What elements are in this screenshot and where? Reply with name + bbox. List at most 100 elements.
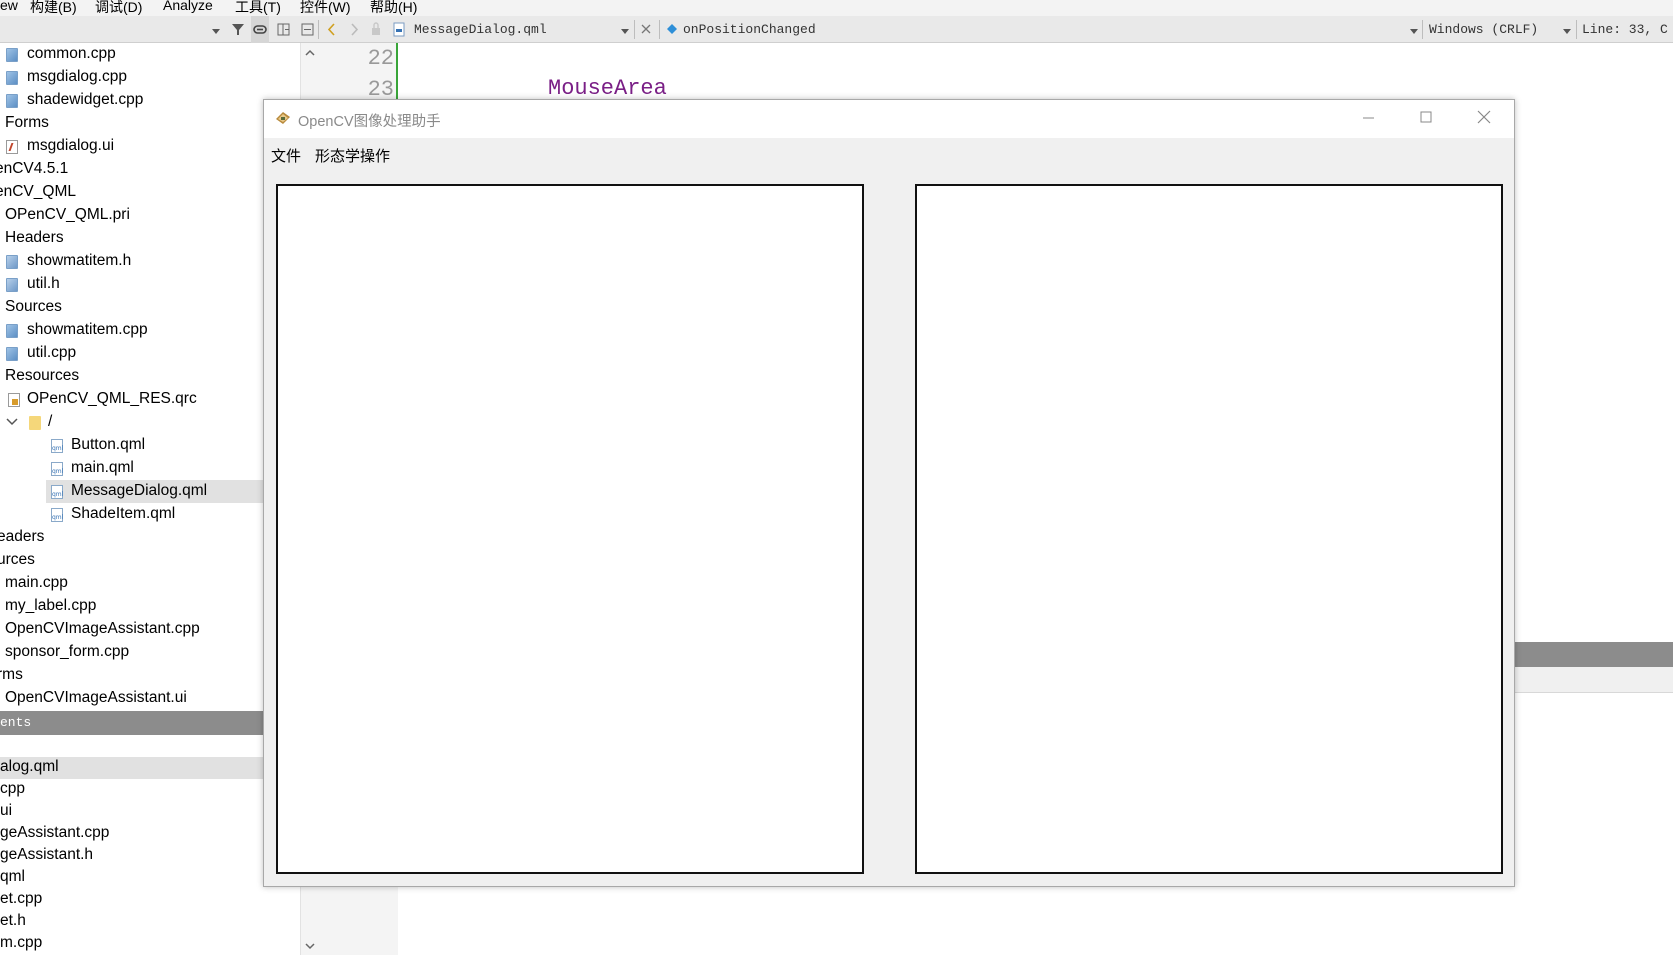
tree-folder[interactable]: enCV_QML (0, 181, 263, 204)
tree-folder[interactable]: / (0, 411, 263, 434)
window-menubar: 文件 形态学操作 (264, 138, 1514, 170)
header-file-icon (6, 255, 18, 269)
tree-item[interactable]: main.qml (0, 457, 263, 480)
minimize-button[interactable] (1339, 100, 1397, 138)
scroll-up-icon[interactable] (301, 46, 319, 60)
tree-item[interactable]: Button.qml (0, 434, 263, 457)
tree-folder[interactable]: rms (0, 664, 263, 687)
open-document-item[interactable]: qml (0, 867, 263, 889)
tree-folder[interactable]: Forms (0, 112, 263, 135)
close-document-icon[interactable] (639, 16, 653, 43)
menu-morphology[interactable]: 形态学操作 (315, 145, 390, 166)
tree-item[interactable]: showmatitem.cpp (0, 319, 263, 342)
maximize-button[interactable] (1397, 100, 1455, 138)
menu-analyze[interactable]: Analyze (163, 0, 213, 13)
menu-build[interactable]: 构建(B) (30, 0, 77, 16)
tree-item[interactable]: sponsor_form.cpp (0, 641, 263, 664)
tree-item[interactable]: OpenCVImageAssistant.ui (0, 687, 263, 710)
menu-view[interactable]: ew (0, 0, 18, 13)
symbol-dropdown-arrow-icon[interactable] (1410, 16, 1418, 43)
menu-help[interactable]: 帮助(H) (370, 0, 417, 16)
close-button[interactable] (1455, 100, 1513, 138)
change-marker (396, 43, 398, 103)
ui-file-icon (6, 140, 18, 154)
tree-item[interactable]: util.h (0, 273, 263, 296)
link-icon[interactable] (251, 16, 269, 43)
cpp-file-icon (6, 324, 18, 338)
qml-file-icon (51, 485, 63, 499)
code-text[interactable]: MouseArea (548, 76, 667, 101)
close-split-icon[interactable] (300, 16, 316, 43)
open-document-item[interactable]: geAssistant.h (0, 845, 263, 867)
open-document-item[interactable]: alog.qml (0, 757, 263, 779)
window-titlebar[interactable]: OpenCV图像处理助手 (264, 100, 1514, 138)
file-dropdown-arrow-icon[interactable] (621, 16, 629, 43)
tree-item[interactable]: msgdialog.cpp (0, 66, 263, 89)
tree-item[interactable]: showmatitem.h (0, 250, 263, 273)
tree-folder[interactable]: Resources (0, 365, 263, 388)
result-image-panel[interactable] (915, 184, 1503, 874)
cursor-position[interactable]: Line: 33, C (1582, 16, 1668, 43)
folder-icon (29, 416, 41, 430)
tree-item[interactable]: common.cpp (0, 43, 263, 66)
window-content (264, 170, 1514, 886)
header-file-icon (6, 278, 18, 292)
tree-item[interactable]: main.cpp (0, 572, 263, 595)
open-document-item[interactable]: ui (0, 801, 263, 823)
qml-file-icon (51, 508, 63, 522)
output-pane-toolbar (1514, 667, 1673, 693)
menu-controls[interactable]: 控件(W) (300, 0, 351, 16)
open-document-item[interactable]: et.cpp (0, 889, 263, 911)
tree-item[interactable]: util.cpp (0, 342, 263, 365)
editor-toolbar: MessageDialog.qml onPositionChanged Wind… (0, 16, 1673, 43)
chevron-down-icon[interactable] (6, 414, 18, 435)
split-icon[interactable] (276, 16, 292, 43)
cpp-file-icon (6, 48, 18, 62)
cpp-file-icon (6, 71, 18, 85)
tree-item[interactable]: OPenCV_QML.pri (0, 204, 263, 227)
qml-file-icon (51, 462, 63, 476)
scroll-down-icon[interactable] (301, 939, 319, 953)
source-image-panel[interactable] (276, 184, 864, 874)
tree-item[interactable]: shadewidget.cpp (0, 89, 263, 112)
tree-folder[interactable]: enCV4.5.1 (0, 158, 263, 181)
app-icon (275, 111, 291, 125)
tree-item[interactable]: OpenCVImageAssistant.cpp (0, 618, 263, 641)
dropdown-arrow-icon[interactable] (212, 16, 220, 43)
open-document-item[interactable]: geAssistant.cpp (0, 823, 263, 845)
cpp-file-icon (6, 347, 18, 361)
cpp-file-icon (6, 94, 18, 108)
open-document-item[interactable]: et.h (0, 911, 263, 933)
current-symbol[interactable]: onPositionChanged (683, 16, 816, 43)
open-document-item[interactable]: cpp (0, 779, 263, 801)
minimize-icon (1363, 117, 1374, 119)
menu-file[interactable]: 文件 (271, 145, 301, 166)
nav-forward-icon[interactable] (348, 16, 360, 43)
line-ending-selector[interactable]: Windows (CRLF) (1429, 16, 1538, 43)
tree-item-selected[interactable]: MessageDialog.qml (46, 480, 263, 503)
opencv-app-window: OpenCV图像处理助手 文件 形态学操作 (263, 99, 1515, 887)
tree-item[interactable]: OPenCV_QML_RES.qrc (0, 388, 263, 411)
filter-icon[interactable] (231, 16, 247, 43)
tree-folder[interactable]: urces (0, 549, 263, 572)
symbol-icon (665, 16, 679, 43)
menu-tools[interactable]: 工具(T) (235, 0, 281, 16)
close-icon (1477, 110, 1491, 124)
tree-folder[interactable]: Headers (0, 227, 263, 250)
lock-icon (370, 16, 382, 43)
tree-folder[interactable]: eaders (0, 526, 263, 549)
current-file-name[interactable]: MessageDialog.qml (414, 16, 547, 43)
nav-back-icon[interactable] (326, 16, 338, 43)
line-ending-dropdown-arrow-icon[interactable] (1563, 16, 1571, 43)
tree-item[interactable]: ShadeItem.qml (0, 503, 263, 526)
qml-file-icon (51, 439, 63, 453)
tree-item[interactable]: my_label.cpp (0, 595, 263, 618)
qml-file-icon (392, 16, 406, 43)
output-pane-header (1514, 642, 1673, 667)
main-menubar: ew 构建(B) 调试(D) Analyze 工具(T) 控件(W) 帮助(H) (0, 0, 1673, 16)
tree-item[interactable]: msgdialog.ui (0, 135, 263, 158)
open-documents-list: alog.qml cpp ui geAssistant.cpp geAssist… (0, 735, 300, 955)
tree-folder[interactable]: Sources (0, 296, 263, 319)
menu-debug[interactable]: 调试(D) (95, 0, 142, 16)
open-document-item[interactable]: m.cpp (0, 933, 263, 955)
